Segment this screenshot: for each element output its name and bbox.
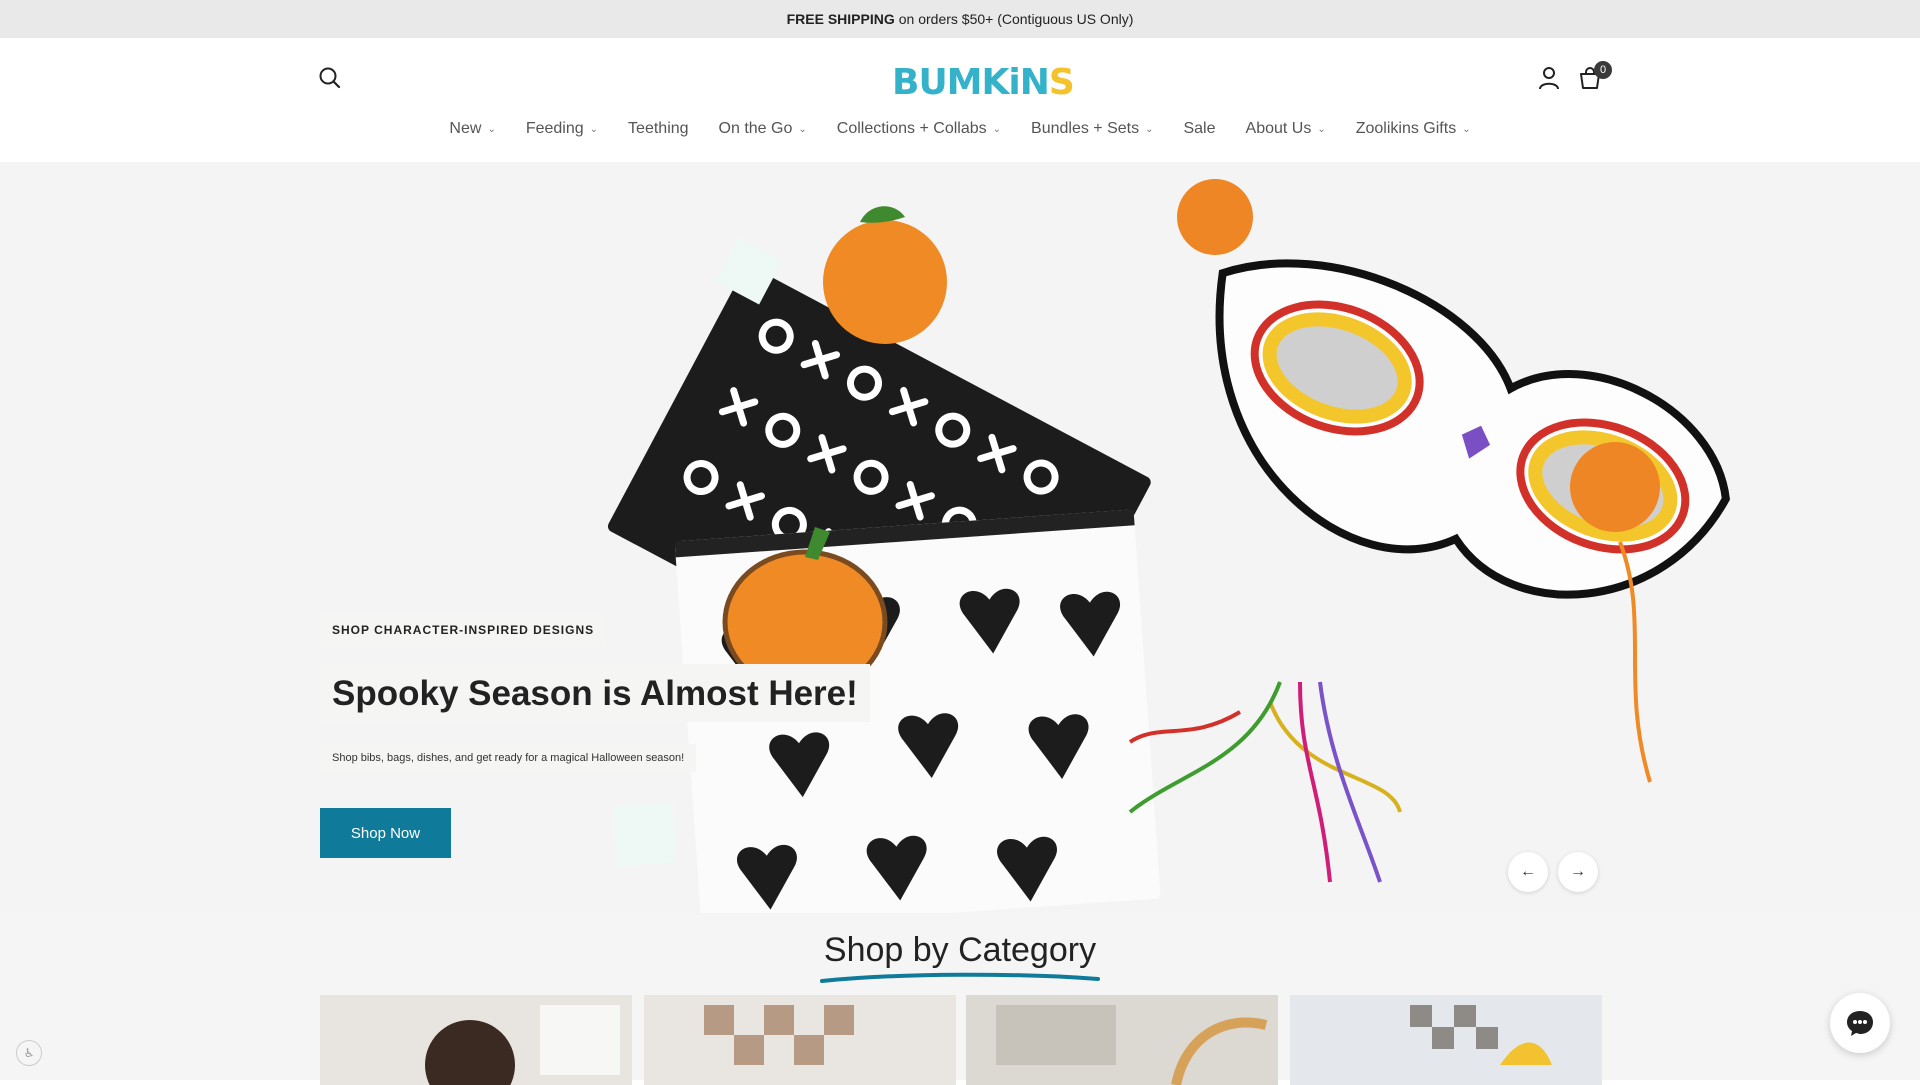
cart-count-badge: 0 [1594,61,1612,79]
announcement-text: on orders $50+ (Contiguous US Only) [898,11,1134,27]
hero-headline: Spooky Season is Almost Here! [320,664,870,722]
category-tile[interactable] [320,995,632,1085]
nav-label: Sale [1183,120,1216,137]
search-icon[interactable] [318,66,342,95]
nav-label: Collections + Collabs [836,120,987,137]
category-tile[interactable] [966,995,1278,1085]
hero-banner: SHOP CHARACTER-INSPIRED DESIGNS Spooky S… [0,162,1920,913]
carousel-next-button[interactable]: → [1558,852,1598,892]
nav-item-sale[interactable]: Sale [1168,120,1230,138]
user-icon[interactable] [1538,66,1560,95]
hero-eyebrow: SHOP CHARACTER-INSPIRED DESIGNS [320,613,607,647]
shop-by-category-section: Shop by Category [0,913,1920,1085]
category-tile[interactable] [644,995,956,1085]
section-title: Shop by Category [823,931,1097,969]
hero-image [0,162,1920,913]
carousel-prev-button[interactable]: ← [1508,852,1548,892]
chevron-down-icon: ⌄ [1317,123,1326,135]
chevron-down-icon: ⌄ [1462,123,1471,135]
chevron-down-icon: ⌄ [589,123,599,135]
title-underline [820,972,1100,983]
chevron-down-icon: ⌄ [487,123,496,135]
chevron-down-icon: ⌄ [1145,123,1154,135]
nav-item-feeding[interactable]: Feeding ⌄ [511,120,613,138]
category-tile[interactable] [1290,995,1602,1085]
nav-label: New [449,120,482,137]
accessibility-icon[interactable]: ♿ [16,1040,42,1066]
arrow-left-icon: ← [1520,863,1536,880]
chat-button[interactable] [1830,993,1890,1053]
nav-item-on-the-go[interactable]: On the Go ⌄ [704,120,822,138]
nav-label: About Us [1245,120,1312,137]
chevron-down-icon: ⌄ [992,123,1002,135]
nav-label: On the Go [718,120,793,137]
hero-subtext: Shop bibs, bags, dishes, and get ready f… [320,744,697,772]
nav-label: Teething [628,120,689,137]
arrow-right-icon: → [1570,863,1586,880]
logo-main: BUMKiN [892,62,1050,103]
nav-item-zoolikins[interactable]: Zoolikins Gifts ⌄ [1341,120,1486,138]
site-header: BUMKiNS 0 New ⌄ Feeding ⌄ Teething On the … [0,38,1920,162]
nav-label: Feeding [525,120,584,137]
shop-now-button[interactable]: Shop Now [320,808,451,858]
chat-icon [1847,1011,1873,1036]
announcement-bold: FREE SHIPPING [786,11,895,27]
main-nav: New ⌄ Feeding ⌄ Teething On the Go ⌄ Collec… [0,120,1920,138]
nav-item-new[interactable]: New ⌄ [434,120,510,138]
site-logo[interactable]: BUMKiNS [892,62,1075,103]
nav-item-collections[interactable]: Collections + Collabs ⌄ [822,120,1016,138]
chevron-down-icon: ⌄ [798,123,807,135]
nav-item-about-us[interactable]: About Us ⌄ [1231,120,1341,138]
nav-label: Zoolikins Gifts [1355,120,1457,137]
logo-end: S [1048,62,1075,103]
announcement-bar: FREE SHIPPING on orders $50+ (Contiguous… [0,0,1920,38]
nav-item-teething[interactable]: Teething [613,120,704,138]
nav-label: Bundles + Sets [1031,120,1140,137]
nav-item-bundles[interactable]: Bundles + Sets ⌄ [1016,120,1168,138]
